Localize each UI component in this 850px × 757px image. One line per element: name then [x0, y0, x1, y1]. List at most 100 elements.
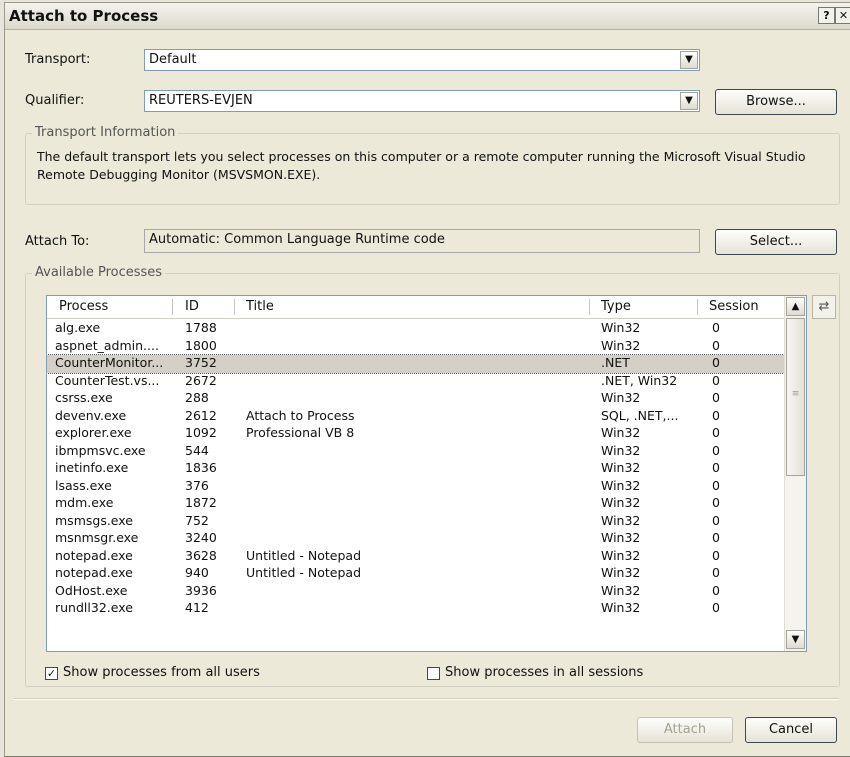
scroll-thumb[interactable]: ≡: [786, 318, 805, 476]
process-id: 3936: [185, 582, 217, 598]
process-id: 2612: [185, 407, 217, 423]
column-divider[interactable]: [589, 299, 590, 315]
process-session: 0: [712, 390, 720, 405]
table-row[interactable]: notepad.exe 940 Untitled - Notepad Win32 0: [47, 565, 784, 583]
available-processes-title: Available Processes: [32, 265, 166, 280]
help-icon[interactable]: ?: [818, 7, 835, 24]
process-id: 752: [185, 512, 209, 528]
show-all-users-checkbox[interactable]: ✓: [45, 667, 58, 680]
column-header-session[interactable]: Session: [709, 299, 759, 314]
column-divider[interactable]: [234, 299, 235, 315]
process-session: 0: [712, 337, 720, 353]
process-session: 0: [712, 582, 720, 598]
process-id: 3240: [185, 530, 217, 545]
process-id: 2672: [185, 372, 217, 388]
process-name: inetinfo.exe: [55, 460, 129, 475]
table-row[interactable]: msnmsgr.exe 3240 Win32 0: [47, 530, 784, 548]
refresh-icon[interactable]: ⇄: [812, 295, 836, 319]
column-header-process[interactable]: Process: [59, 299, 108, 314]
transport-info-title: Transport Information: [32, 125, 179, 140]
browse-button[interactable]: Browse...: [715, 89, 837, 115]
process-name: devenv.exe: [55, 407, 127, 423]
column-header-type[interactable]: Type: [601, 299, 631, 314]
table-row[interactable]: msmsgs.exe 752 Win32 0: [47, 513, 784, 531]
process-list-scrollbar[interactable]: ▲ ≡ ▼: [784, 296, 806, 651]
table-row[interactable]: CounterMonitor... 3752 .NET 0: [47, 354, 785, 374]
process-session: 0: [712, 372, 720, 388]
process-id: 1788: [185, 320, 217, 335]
column-header-id[interactable]: ID: [185, 299, 199, 314]
process-type: Win32: [601, 442, 641, 458]
column-divider[interactable]: [172, 299, 173, 315]
process-type: Win32: [601, 460, 641, 475]
process-name: lsass.exe: [55, 477, 112, 493]
process-name: msmsgs.exe: [55, 512, 133, 528]
qualifier-value: REUTERS-EVJEN: [149, 93, 253, 108]
table-row[interactable]: OdHost.exe 3936 Win32 0: [47, 583, 784, 601]
process-name: aspnet_admin....: [55, 337, 159, 353]
table-row[interactable]: alg.exe 1788 Win32 0: [47, 320, 784, 338]
scroll-down-icon[interactable]: ▼: [786, 630, 805, 649]
column-divider[interactable]: [697, 299, 698, 315]
qualifier-label: Qualifier:: [25, 93, 85, 108]
process-session: 0: [712, 495, 720, 510]
process-list[interactable]: Process ID Title Type Session alg.exe 178…: [46, 295, 807, 652]
table-row[interactable]: rundll32.exe 412 Win32 0: [47, 600, 784, 618]
chevron-down-icon[interactable]: ▼: [680, 51, 698, 69]
process-id: 412: [185, 600, 209, 615]
table-row[interactable]: aspnet_admin.... 1800 Win32 0: [47, 338, 784, 356]
footer-divider: [14, 698, 839, 700]
process-type: Win32: [601, 390, 641, 405]
process-name: OdHost.exe: [55, 582, 128, 598]
process-type: Win32: [601, 425, 641, 440]
table-row[interactable]: ibmpmsvc.exe 544 Win32 0: [47, 443, 784, 461]
table-row[interactable]: explorer.exe 1092 Professional VB 8 Win32 0: [47, 425, 784, 443]
process-session: 0: [712, 407, 720, 423]
process-id: 1836: [185, 460, 217, 475]
transport-dropdown[interactable]: Default ▼: [144, 49, 700, 71]
table-row[interactable]: notepad.exe 3628 Untitled - Notepad Win32 0: [47, 548, 784, 566]
process-type: Win32: [601, 582, 641, 598]
chevron-down-icon[interactable]: ▼: [680, 92, 698, 110]
table-row[interactable]: devenv.exe 2612 Attach to Process SQL, .NET…: [47, 408, 784, 426]
attach-to-label: Attach To:: [25, 234, 90, 249]
process-name: csrss.exe: [55, 390, 113, 405]
process-id: 288: [185, 390, 209, 405]
process-type: Win32: [601, 512, 641, 528]
process-name: ibmpmsvc.exe: [55, 442, 146, 458]
process-type: .NET, Win32: [601, 372, 678, 388]
select-button[interactable]: Select...: [715, 229, 837, 255]
process-title: Professional VB 8: [246, 425, 355, 440]
process-session: 0: [712, 477, 720, 493]
transport-info-text: The default transport lets you select pr…: [37, 149, 806, 182]
show-all-sessions-checkbox[interactable]: [427, 667, 440, 680]
process-type: SQL, .NET,...: [601, 407, 679, 423]
process-name: rundll32.exe: [55, 600, 133, 615]
show-all-users-label[interactable]: Show processes from all users: [63, 665, 260, 680]
table-row[interactable]: mdm.exe 1872 Win32 0: [47, 495, 784, 513]
table-row[interactable]: csrss.exe 288 Win32 0: [47, 390, 784, 408]
table-row[interactable]: inetinfo.exe 1836 Win32 0: [47, 460, 784, 478]
show-all-sessions-label[interactable]: Show processes in all sessions: [445, 665, 643, 680]
close-icon[interactable]: ✕: [835, 7, 850, 24]
attach-button[interactable]: Attach: [637, 717, 733, 743]
process-rows: alg.exe 1788 Win32 0 aspnet_admin.... 1800 Win…: [47, 320, 785, 618]
process-session: 0: [712, 547, 720, 563]
cancel-button[interactable]: Cancel: [745, 717, 837, 743]
table-row[interactable]: lsass.exe 376 Win32 0: [47, 478, 784, 496]
attach-to-process-dialog: Attach to Process ? ✕ Transport: Default…: [4, 2, 850, 757]
process-type: .NET: [601, 355, 630, 370]
title-bar: Attach to Process ? ✕: [5, 3, 850, 30]
scroll-up-icon[interactable]: ▲: [786, 297, 805, 316]
table-row[interactable]: CounterTest.vs... 2672 .NET, Win32 0: [47, 373, 784, 391]
process-id: 1800: [185, 337, 217, 353]
transport-label: Transport:: [25, 52, 91, 67]
qualifier-dropdown[interactable]: REUTERS-EVJEN ▼: [144, 90, 700, 112]
process-type: Win32: [601, 477, 641, 493]
process-name: mdm.exe: [55, 495, 114, 510]
process-session: 0: [712, 320, 720, 335]
process-session: 0: [712, 530, 720, 545]
process-type: Win32: [601, 600, 641, 615]
process-session: 0: [712, 355, 720, 370]
column-header-title[interactable]: Title: [246, 299, 274, 314]
